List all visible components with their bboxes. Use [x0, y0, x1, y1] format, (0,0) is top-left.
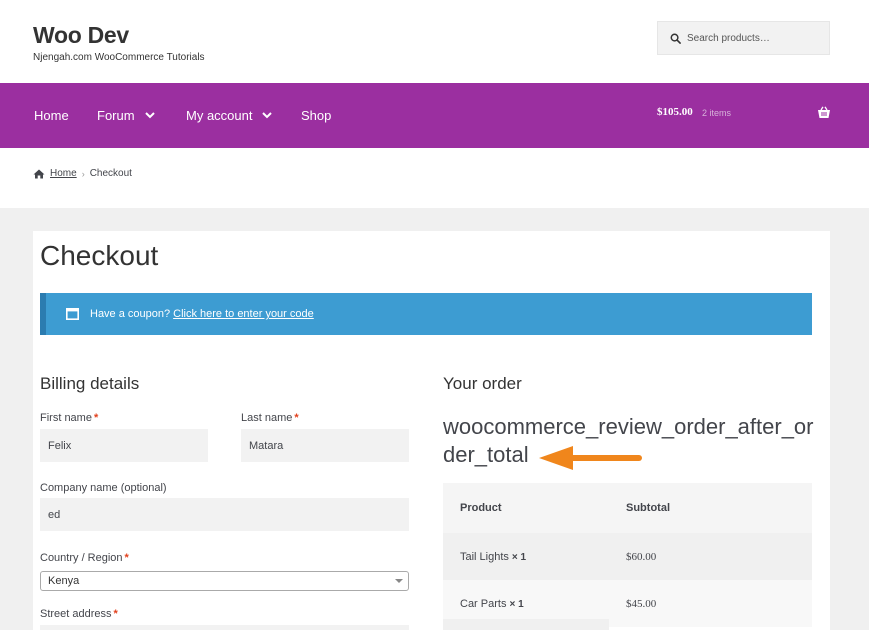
- country-label: Country / Region *: [40, 552, 129, 564]
- breadcrumb-current: Checkout: [89, 168, 132, 179]
- required-marker: *: [124, 552, 129, 564]
- table-row: Tail Lights × 1 $60.00: [443, 533, 812, 580]
- nav-item-home[interactable]: Home: [34, 108, 69, 123]
- company-label: Company name (optional): [40, 482, 167, 494]
- product-name: Tail Lights: [460, 550, 509, 563]
- first-name-label: First name *: [40, 412, 98, 424]
- page-title: Checkout: [40, 240, 159, 271]
- nav-item-label: Home: [34, 108, 69, 123]
- first-name-field[interactable]: [40, 429, 208, 462]
- product-cell: Car Parts × 1: [443, 598, 626, 610]
- order-review-table: Product Subtotal Tail Lights × 1 $60.00 C…: [443, 483, 812, 627]
- country-select-value: Kenya: [48, 575, 80, 587]
- breadcrumb-separator: ›: [81, 168, 85, 179]
- orange-arrow-icon: [539, 446, 642, 470]
- street-address-field[interactable]: [40, 625, 409, 630]
- subtotal-cell: $45.00: [626, 597, 657, 610]
- search-box[interactable]: [657, 21, 830, 55]
- subtotal-cell: $60.00: [626, 550, 657, 563]
- chevron-down-icon: [262, 112, 273, 119]
- nav-item-forum[interactable]: Forum: [97, 108, 155, 123]
- first-name-label-text: First name: [40, 412, 92, 424]
- nav-item-label: My account: [186, 108, 253, 123]
- site-header: Woo Dev Njengah.com WooCommerce Tutorial…: [0, 0, 869, 83]
- search-icon: [670, 33, 681, 44]
- product-name: Car Parts: [460, 597, 507, 610]
- column-header-product: Product: [460, 502, 502, 514]
- column-header-subtotal: Subtotal: [626, 502, 670, 514]
- calendar-icon: [66, 308, 79, 320]
- product-quantity: × 1: [509, 598, 524, 610]
- order-heading: Your order: [443, 374, 522, 393]
- breadcrumb: Home › Checkout: [33, 168, 132, 179]
- last-name-field[interactable]: [241, 429, 409, 462]
- product-quantity: × 1: [511, 551, 527, 563]
- home-icon: [33, 169, 45, 178]
- billing-heading: Billing details: [40, 374, 140, 393]
- site-description: Njengah.com WooCommerce Tutorials: [33, 52, 205, 63]
- street-address-label-text: Street address: [40, 608, 112, 620]
- coupon-notice: Have a coupon? Click here to enter your …: [40, 293, 812, 335]
- nav-item-my-account[interactable]: My account: [186, 108, 273, 123]
- primary-navigation: Home Forum My account Shop $105.00 2 ite…: [0, 83, 869, 148]
- coupon-text: Have a coupon?: [90, 308, 171, 320]
- street-address-label: Street address *: [40, 608, 118, 620]
- chevron-down-icon: [144, 112, 155, 119]
- cart-count[interactable]: 2 items: [702, 108, 731, 118]
- coupon-link[interactable]: Click here to enter your code: [173, 308, 314, 320]
- search-input[interactable]: [687, 32, 817, 44]
- breadcrumb-home-link[interactable]: Home: [50, 168, 77, 179]
- site-title[interactable]: Woo Dev: [33, 22, 129, 49]
- last-name-label-text: Last name: [241, 412, 293, 424]
- nav-item-label: Shop: [301, 108, 332, 123]
- dropdown-arrow-icon: [395, 579, 403, 583]
- nav-item-label: Forum: [97, 108, 135, 123]
- basket-icon[interactable]: [817, 106, 831, 119]
- company-field[interactable]: [40, 498, 409, 531]
- country-select[interactable]: Kenya: [40, 571, 409, 591]
- required-marker: *: [93, 412, 99, 424]
- table-header-row: Product Subtotal: [443, 483, 812, 533]
- required-marker: *: [294, 412, 299, 424]
- table-row-partial: [443, 619, 609, 630]
- product-cell: Tail Lights × 1: [443, 551, 626, 563]
- cart-amount[interactable]: $105.00: [657, 106, 693, 118]
- country-label-text: Country / Region: [40, 552, 123, 564]
- required-marker: *: [113, 608, 118, 620]
- last-name-label: Last name *: [241, 412, 299, 424]
- nav-item-shop[interactable]: Shop: [301, 108, 331, 123]
